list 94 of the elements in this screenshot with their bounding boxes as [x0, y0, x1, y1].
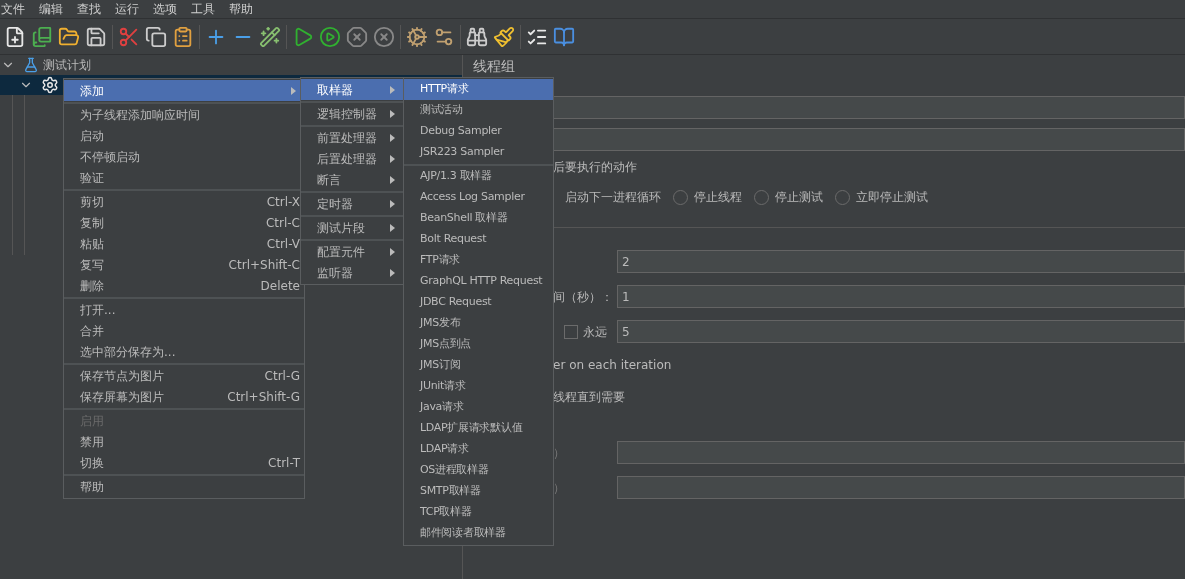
menu-item[interactable]: LDAP请求	[404, 439, 553, 460]
radio-button[interactable]	[754, 189, 769, 205]
tree-item[interactable]: 测试计划	[43, 56, 91, 74]
menu-bar-item[interactable]: 帮助	[228, 0, 266, 18]
menu-item[interactable]: Access Log Sampler	[404, 187, 553, 208]
option-label: 线程直到需要	[553, 389, 626, 405]
menu-bar-item[interactable]: 选项	[152, 0, 190, 18]
paste-icon[interactable]	[172, 25, 194, 48]
menu-bar-item[interactable]: 编辑	[38, 0, 76, 18]
menu-item[interactable]: 切换 Ctrl-T	[64, 452, 304, 473]
new-file-icon[interactable]	[4, 25, 26, 48]
menu-item[interactable]: 复写 Ctrl+Shift-C	[64, 254, 304, 275]
reset-search-icon[interactable]	[493, 25, 515, 48]
menu-item[interactable]: 验证	[64, 167, 304, 188]
checkbox-label[interactable]: 永远	[583, 322, 607, 341]
menu-item[interactable]: 测试活动	[404, 100, 553, 121]
menu-item[interactable]: Debug Sampler	[404, 121, 553, 142]
menu-item[interactable]: 配置元件	[301, 241, 403, 262]
menu-item[interactable]: 启动	[64, 125, 304, 146]
menu-bar-item[interactable]: 查找	[76, 0, 114, 18]
menu-item[interactable]: 帮助	[64, 476, 304, 497]
menu-item[interactable]: 保存屏幕为图片 Ctrl+Shift-G	[64, 386, 304, 407]
menu-item[interactable]: 监听器	[301, 262, 403, 283]
radio-label[interactable]: 启动下一进程循环	[565, 188, 661, 206]
menu-item[interactable]: 合并	[64, 320, 304, 341]
search-icon[interactable]	[466, 25, 488, 48]
menu-item[interactable]: SMTP取样器	[404, 481, 553, 502]
menu-item[interactable]: 禁用	[64, 431, 304, 452]
menu-item[interactable]: Java请求	[404, 397, 553, 418]
menu-item[interactable]: TCP取样器	[404, 502, 553, 523]
menu-item[interactable]: JMS订阅	[404, 355, 553, 376]
input-field[interactable]	[553, 128, 1185, 151]
templates-icon[interactable]	[31, 25, 53, 48]
checkbox[interactable]	[564, 324, 578, 339]
menu-bar-item[interactable]: 运行	[114, 0, 152, 18]
input-field[interactable]	[553, 96, 1185, 119]
menu-item[interactable]: 定时器	[301, 193, 403, 214]
menu-item[interactable]: BeanShell 取样器	[404, 208, 553, 229]
menu-item[interactable]: AJP/1.3 取样器	[404, 166, 553, 187]
gear-icon	[41, 76, 59, 94]
menu-item[interactable]: 选中部分保存为...	[64, 341, 304, 362]
radio-button[interactable]	[835, 189, 850, 205]
radio-button[interactable]	[673, 189, 688, 205]
menu-item[interactable]: 复制 Ctrl-C	[64, 212, 304, 233]
menu-item[interactable]: LDAP扩展请求默认值	[404, 418, 553, 439]
menu-item[interactable]: 测试片段	[301, 217, 403, 238]
menu-item[interactable]: JUnit请求	[404, 376, 553, 397]
cut-icon[interactable]	[118, 25, 140, 48]
input-field[interactable]: 2	[617, 250, 1185, 273]
flask-icon	[23, 57, 39, 73]
menu-item[interactable]: 前置处理器	[301, 127, 403, 148]
menu-item[interactable]: 保存节点为图片 Ctrl-G	[64, 365, 304, 386]
menu-item[interactable]: 断言	[301, 169, 403, 190]
menu-item[interactable]: JMS点到点	[404, 334, 553, 355]
input-field[interactable]: 1	[617, 285, 1185, 308]
menu-item[interactable]: 逻辑控制器	[301, 103, 403, 124]
input-field[interactable]	[617, 476, 1185, 499]
menu-item[interactable]: 邮件阅读者取样器	[404, 523, 553, 544]
panel-title: 线程组	[473, 57, 516, 75]
group-title: 后要执行的动作	[553, 159, 638, 175]
toggle-icon[interactable]	[259, 25, 281, 48]
menu-item[interactable]: OS进程取样器	[404, 460, 553, 481]
menu-item[interactable]: 粘贴 Ctrl-V	[64, 233, 304, 254]
radio-label[interactable]: 停止测试	[775, 188, 823, 206]
help-icon[interactable]	[553, 25, 575, 48]
menu-item[interactable]: 删除 Delete	[64, 275, 304, 296]
option-label: er on each iteration	[553, 357, 673, 373]
menu-item[interactable]: 取样器	[301, 79, 403, 100]
menu-item[interactable]: JSR223 Sampler	[404, 142, 553, 163]
menu-item[interactable]: FTP请求	[404, 250, 553, 271]
copy-icon[interactable]	[145, 25, 167, 48]
shutdown-icon[interactable]	[373, 25, 395, 48]
menu-item[interactable]: GraphQL HTTP Request	[404, 271, 553, 292]
menu-item[interactable]: JMS发布	[404, 313, 553, 334]
field-label: 间（秒）：	[553, 288, 614, 306]
radio-label[interactable]: 停止线程	[694, 188, 742, 206]
menu-item[interactable]: 打开...	[64, 299, 304, 320]
menu-item[interactable]: JDBC Request	[404, 292, 553, 313]
save-icon[interactable]	[85, 25, 107, 48]
field-label: ）	[553, 444, 566, 462]
menu-item[interactable]: 剪切 Ctrl-X	[64, 191, 304, 212]
menu-item[interactable]: 为子线程添加响应时间	[64, 104, 304, 125]
menu-bar-item[interactable]: 文件	[0, 0, 38, 18]
input-field[interactable]	[617, 441, 1185, 464]
input-field[interactable]: 5	[617, 320, 1185, 343]
menu-item[interactable]: 不停顿启动	[64, 146, 304, 167]
open-folder-icon[interactable]	[58, 25, 80, 48]
menu-item[interactable]: HTTP请求	[404, 79, 553, 100]
stop-icon[interactable]	[346, 25, 368, 48]
menu-item[interactable]: Bolt Request	[404, 229, 553, 250]
radio-label[interactable]: 立即停止测试	[856, 188, 928, 206]
menu-item[interactable]: 后置处理器	[301, 148, 403, 169]
field-label: ）	[553, 479, 566, 497]
menu-bar-item[interactable]: 工具	[190, 0, 228, 18]
